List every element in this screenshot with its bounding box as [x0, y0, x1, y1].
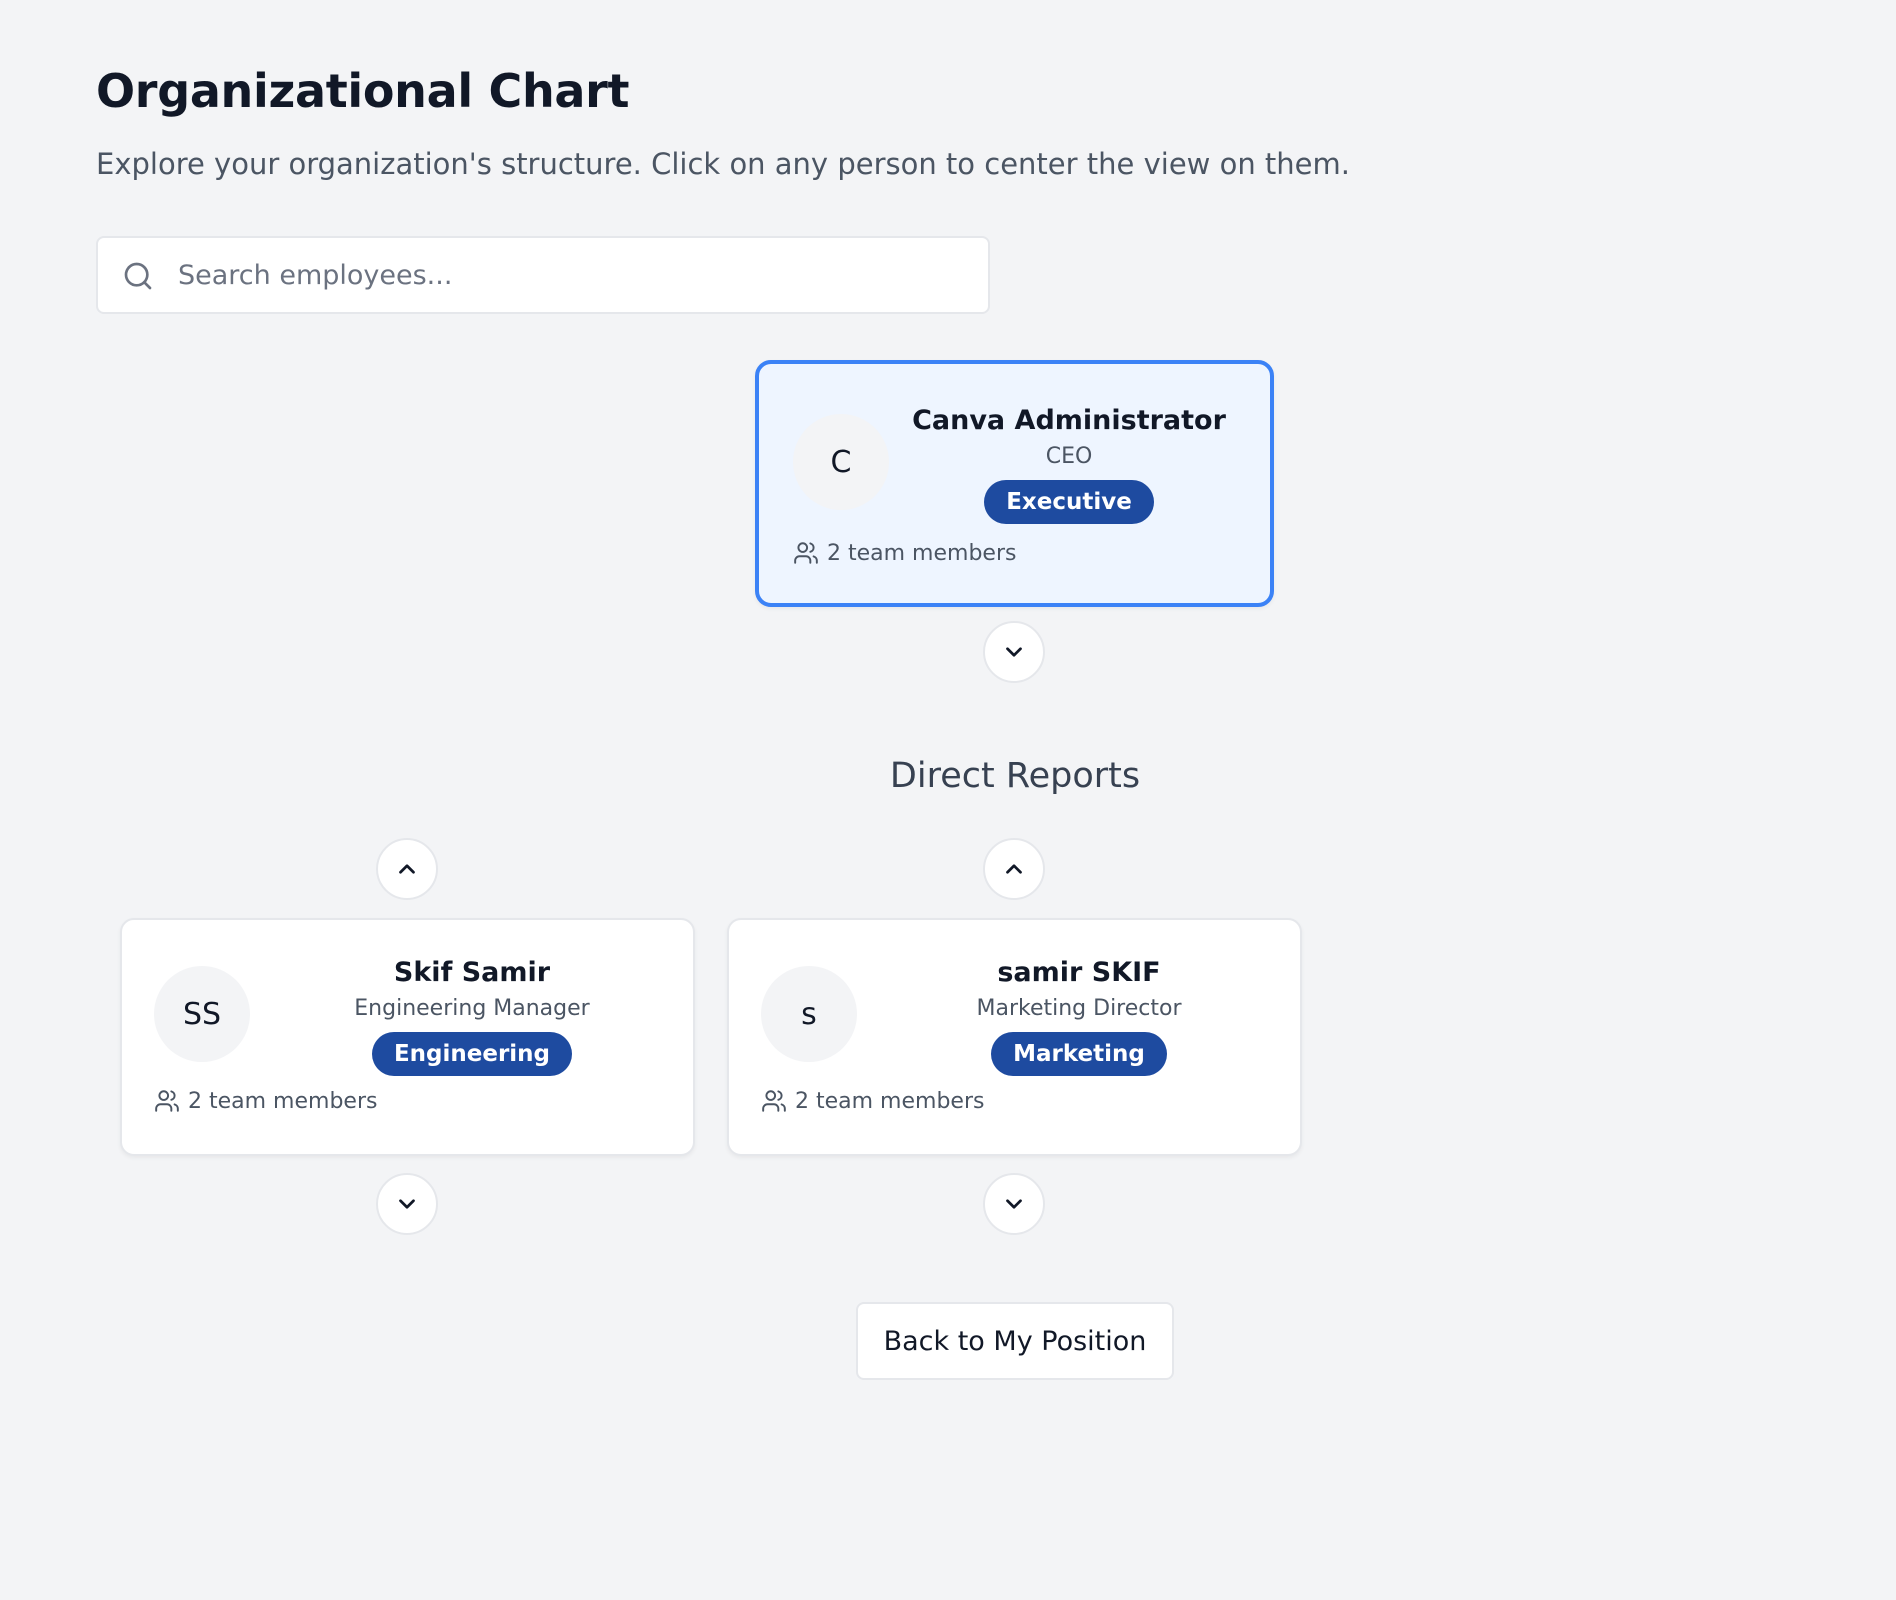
- selected-person-card[interactable]: C Canva Administrator CEO Executive 2 te…: [755, 360, 1274, 607]
- expand-reports-button[interactable]: [983, 621, 1045, 683]
- direct-report-card[interactable]: s samir SKIF Marketing Director Marketin…: [727, 918, 1302, 1156]
- person-role: CEO: [1045, 444, 1093, 469]
- avatar: s: [761, 966, 857, 1062]
- search-input[interactable]: [178, 248, 968, 302]
- section-title: Direct Reports: [889, 756, 1141, 796]
- direct-report-card[interactable]: SS Skif Samir Engineering Manager Engine…: [120, 918, 695, 1156]
- users-icon: [794, 542, 818, 564]
- team-count: 2 team members: [761, 1088, 984, 1114]
- chevron-down-icon: [1006, 647, 1022, 657]
- avatar: SS: [154, 966, 250, 1062]
- chevron-up-icon: [399, 864, 415, 874]
- team-count: 2 team members: [154, 1088, 377, 1114]
- users-icon: [762, 1090, 786, 1112]
- person-info: Canva Administrator CEO Executive: [912, 404, 1226, 524]
- person-info: Skif Samir Engineering Manager Engineeri…: [297, 956, 647, 1076]
- users-icon: [155, 1090, 179, 1112]
- expand-button[interactable]: [376, 1173, 438, 1235]
- chevron-down-icon: [1006, 1199, 1022, 1209]
- page-title: Organizational Chart: [96, 64, 630, 118]
- person-name: Canva Administrator: [912, 405, 1226, 436]
- avatar: C: [793, 414, 889, 510]
- department-badge: Engineering: [371, 1032, 573, 1076]
- search-icon: [124, 262, 152, 290]
- page-subtitle: Explore your organization's structure. C…: [96, 147, 1350, 181]
- team-count-label: 2 team members: [188, 1088, 378, 1114]
- team-count-label: 2 team members: [795, 1088, 985, 1114]
- department-badge: Executive: [984, 480, 1154, 524]
- expand-button[interactable]: [983, 1173, 1045, 1235]
- team-count-label: 2 team members: [827, 540, 1017, 566]
- department-badge: Marketing: [991, 1032, 1167, 1076]
- person-name: samir SKIF: [997, 957, 1161, 988]
- back-to-my-position-button[interactable]: Back to My Position: [856, 1302, 1174, 1380]
- person-name: Skif Samir: [393, 957, 551, 988]
- chevron-up-icon: [1006, 864, 1022, 874]
- navigate-up-button[interactable]: [376, 838, 438, 900]
- search-box[interactable]: [96, 236, 990, 314]
- navigate-up-button[interactable]: [983, 838, 1045, 900]
- person-info: samir SKIF Marketing Director Marketing: [904, 956, 1254, 1076]
- chevron-down-icon: [399, 1199, 415, 1209]
- person-role: Engineering Manager: [354, 996, 590, 1021]
- person-role: Marketing Director: [976, 996, 1182, 1021]
- team-count: 2 team members: [793, 540, 1016, 566]
